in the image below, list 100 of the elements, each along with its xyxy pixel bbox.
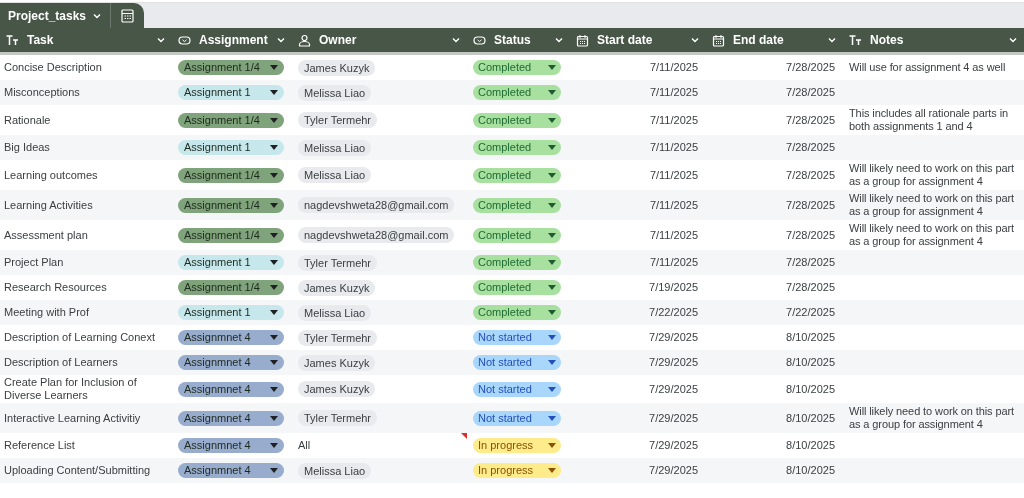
person-chip[interactable]: Tyler Termehr [298, 112, 378, 128]
assignment-chip[interactable]: Assignment 1 [178, 305, 284, 320]
status-chip[interactable]: Completed [473, 197, 561, 213]
caret-icon [270, 145, 278, 150]
status-chip[interactable]: Completed [473, 280, 561, 295]
start-date: 7/29/2025 [649, 356, 698, 369]
task-name: Big Ideas [4, 141, 51, 154]
note-text: Will likely need to work on this part as a group for assignment 4 [849, 405, 1016, 431]
note-text: Will likely need to work on this part as a group for assignment 4 [849, 222, 1016, 248]
task-name: Create Plan for Inclusion of Diverse Learners [4, 376, 138, 402]
chevron-down-icon[interactable] [690, 35, 700, 45]
status-chip[interactable]: Completed [473, 60, 561, 75]
caret-icon [548, 65, 556, 70]
column-title: End date [733, 32, 785, 49]
assignment-chip[interactable]: Assignmnet 4 [178, 463, 284, 478]
chevron-down-icon[interactable] [827, 35, 837, 45]
assignment-chip[interactable]: Assignmnet 4 [178, 355, 284, 370]
end-date: 7/28/2025 [786, 281, 835, 294]
column-header[interactable]: Task [0, 28, 172, 52]
caret-icon [270, 468, 278, 473]
status-chip[interactable]: Not started [473, 410, 561, 426]
calculator-icon[interactable] [121, 8, 135, 23]
assignment-chip[interactable]: Assignment 1/4 [178, 167, 284, 183]
caret-icon [548, 285, 556, 290]
person-chip[interactable]: James Kuzyk [298, 279, 376, 296]
column-header[interactable]: Notes [843, 28, 1024, 52]
chevron-down-icon[interactable] [276, 35, 286, 45]
status-chip[interactable]: In progress [473, 438, 561, 453]
end-date: 8/10/2025 [786, 411, 835, 424]
start-date: 7/11/2025 [649, 61, 698, 74]
assignment-chip[interactable]: Assignmnet 4 [178, 381, 284, 397]
status-chip[interactable]: In progress [473, 463, 561, 478]
assignment-chip[interactable]: Assignment 1/4 [178, 197, 284, 213]
task-name: Concise Description [4, 61, 103, 74]
task-name: Uploading Content/Submitting [4, 464, 152, 477]
status-chip[interactable]: Completed [473, 140, 561, 155]
end-date: 7/28/2025 [786, 141, 835, 154]
status-chip[interactable]: Completed [473, 255, 561, 270]
note-text: Will use for assignment 4 as well [849, 61, 1007, 74]
caret-icon [548, 172, 556, 178]
assignment-chip[interactable]: Assignment 1/4 [178, 60, 284, 75]
person-chip[interactable]: James Kuzyk [298, 354, 376, 371]
assignment-chip[interactable]: Assignment 1 [178, 255, 284, 270]
text-type-icon [6, 33, 19, 47]
person-chip[interactable]: Melissa Liao [298, 84, 372, 101]
caret-icon [548, 415, 556, 421]
status-chip[interactable]: Not started [473, 355, 561, 370]
caret-icon [270, 310, 278, 315]
person-chip[interactable]: James Kuzyk [298, 381, 376, 397]
start-date: 7/11/2025 [649, 256, 698, 269]
person-chip[interactable]: Melissa Liao [298, 167, 372, 183]
end-date: 7/28/2025 [786, 61, 835, 74]
status-chip[interactable]: Completed [473, 305, 561, 320]
chevron-down-icon[interactable] [156, 35, 166, 45]
dropdown-type-icon [473, 33, 486, 47]
column-header[interactable]: Assignment [172, 28, 292, 52]
start-date: 7/29/2025 [649, 331, 698, 344]
sheet-tab[interactable]: Project_tasks [0, 3, 145, 28]
assignment-chip[interactable]: Assignment 1/4 [178, 280, 284, 295]
person-chip[interactable]: James Kuzyk [298, 59, 376, 76]
assignment-chip[interactable]: Assignmnet 4 [178, 410, 284, 426]
assignment-chip[interactable]: Assignment 1/4 [178, 227, 284, 243]
person-chip[interactable]: nagdevshweta28@gmail.com [298, 227, 455, 243]
status-chip[interactable]: Completed [473, 167, 561, 183]
task-name: Reference List [4, 439, 76, 452]
assignment-chip[interactable]: Assignment 1 [178, 140, 284, 155]
column-header[interactable]: Start date [570, 28, 706, 52]
start-date: 7/19/2025 [649, 281, 698, 294]
column-header[interactable]: Owner [292, 28, 467, 52]
status-chip[interactable]: Completed [473, 112, 561, 128]
status-chip[interactable]: Completed [473, 227, 561, 243]
chevron-down-icon[interactable] [554, 35, 564, 45]
calendar-icon [576, 33, 589, 47]
caret-icon [270, 202, 278, 208]
caret-icon [270, 285, 278, 290]
status-chip[interactable]: Not started [473, 381, 561, 397]
status-chip[interactable]: Completed [473, 85, 561, 100]
person-chip[interactable]: Tyler Termehr [298, 254, 378, 271]
tab-title[interactable]: Project_tasks [0, 6, 93, 25]
assignment-chip[interactable]: Assignment 1 [178, 85, 284, 100]
status-chip[interactable]: Not started [473, 330, 561, 345]
person-chip[interactable]: Melissa Liao [298, 304, 372, 321]
assignment-chip[interactable]: Assignmnet 4 [178, 438, 284, 453]
assignment-chip[interactable]: Assignmnet 4 [178, 330, 284, 345]
end-date: 7/28/2025 [786, 256, 835, 269]
start-date: 7/22/2025 [649, 306, 698, 319]
caret-icon [270, 360, 278, 365]
person-chip[interactable]: Melissa Liao [298, 139, 372, 156]
column-header[interactable]: Status [467, 28, 570, 52]
caret-icon [270, 260, 278, 265]
person-chip[interactable]: nagdevshweta28@gmail.com [298, 197, 455, 213]
caret-icon [548, 468, 556, 473]
column-header[interactable]: End date [706, 28, 843, 52]
caret-icon [548, 232, 556, 238]
assignment-chip[interactable]: Assignment 1/4 [178, 112, 284, 128]
chevron-down-icon[interactable] [451, 35, 461, 45]
person-chip[interactable]: Melissa Liao [298, 462, 372, 479]
chevron-down-icon[interactable] [1008, 35, 1018, 45]
person-chip[interactable]: Tyler Termehr [298, 329, 378, 346]
person-chip[interactable]: Tyler Termehr [298, 410, 378, 426]
